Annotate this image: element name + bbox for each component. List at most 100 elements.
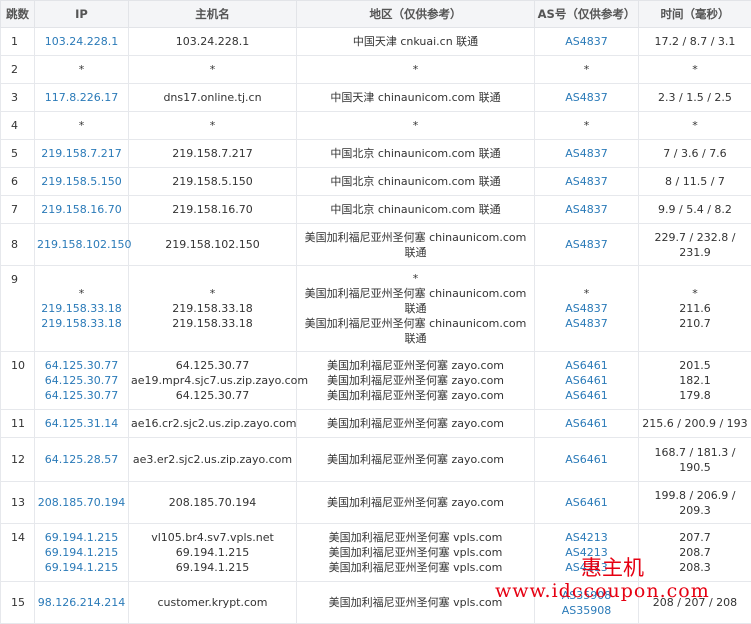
as-number: * <box>583 63 590 76</box>
latency: 208 / 207 / 208 <box>652 596 738 609</box>
region-cell: 中国北京 chinaunicom.com 联通 <box>296 195 535 224</box>
as-number-cell: AS4837 <box>534 83 639 112</box>
hostname: 103.24.228.1 <box>175 35 250 48</box>
header-hop: 跳数 <box>0 0 35 28</box>
ip-address[interactable]: 219.158.7.217 <box>37 146 126 161</box>
ip-address[interactable]: 219.158.5.150 <box>37 174 126 189</box>
latency: 201.5 <box>679 359 711 372</box>
table-row: 15 98.126.214.214 customer.krypt.com 美国加利福尼… <box>0 581 751 624</box>
latency-cell: * <box>638 111 751 140</box>
as-number[interactable]: AS4837 <box>537 146 636 161</box>
ip-address[interactable]: 69.194.1.215 <box>37 560 126 575</box>
ip-address[interactable]: 64.125.30.77 <box>37 358 126 373</box>
region-cell: 中国天津 chinaunicom.com 联通 <box>296 83 535 112</box>
as-number[interactable]: AS4213 <box>537 560 636 575</box>
ip-address-cell: 64.125.28.57 <box>34 437 129 482</box>
table-row: 12 64.125.28.57 ae3.er2.sjc2.us.zip.zayo.c… <box>0 437 751 482</box>
region: * <box>412 63 419 76</box>
as-number[interactable]: AS4837 <box>537 316 636 331</box>
as-number: * <box>583 287 590 300</box>
as-number[interactable]: AS4837 <box>537 237 636 252</box>
region: 美国加利福尼亚州圣何塞 zayo.com <box>326 359 505 372</box>
hostname: vl105.br4.sv7.vpls.net <box>151 531 274 544</box>
as-number[interactable]: AS35908 <box>537 603 636 618</box>
region: 中国天津 chinaunicom.com 联通 <box>330 91 501 104</box>
as-number[interactable]: AS6461 <box>537 373 636 388</box>
table-header-row: 跳数 IP 主机名 地区（仅供参考） AS号（仅供参考） 时间（毫秒） <box>0 0 751 28</box>
as-number-cell: AS4837 <box>534 195 639 224</box>
latency-cell: * <box>638 55 751 84</box>
hop-number: 8 <box>0 223 35 266</box>
hostname-cell: dns17.online.tj.cn <box>128 83 297 112</box>
as-number[interactable]: AS4837 <box>537 202 636 217</box>
hostname-cell: * <box>128 111 297 140</box>
as-number-cell: AS6461 <box>534 409 639 438</box>
ip-address-cell: 103.24.228.1 <box>34 27 129 56</box>
ip-address[interactable]: 64.125.30.77 <box>37 388 126 403</box>
hostname: 219.158.102.150 <box>165 238 260 251</box>
hostname: 219.158.5.150 <box>172 175 253 188</box>
region: 美国加利福尼亚州圣何塞 zayo.com <box>326 417 505 430</box>
hostname-cell: 64.125.30.77 ae19.mpr4.sjc7.us.zip.zayo.c… <box>128 351 309 410</box>
hostname: ae19.mpr4.sjc7.us.zip.zayo.com <box>131 374 309 387</box>
latency: 210.7 <box>679 317 711 330</box>
region-cell: 中国北京 chinaunicom.com 联通 <box>296 167 535 196</box>
as-number[interactable]: AS4213 <box>537 545 636 560</box>
as-number[interactable]: AS4837 <box>537 90 636 105</box>
as-number-cell: AS6461 <box>534 437 639 482</box>
ip-address[interactable]: 64.125.28.57 <box>37 452 126 467</box>
region-cell: 美国加利福尼亚州圣何塞 vpls.com <box>296 581 535 624</box>
as-number[interactable]: AS35908 <box>537 588 636 603</box>
ip-address[interactable]: 219.158.16.70 <box>37 202 126 217</box>
as-number-cell: AS4837 <box>534 27 639 56</box>
as-number[interactable]: AS4213 <box>537 530 636 545</box>
hostname: 219.158.33.18 <box>172 317 253 330</box>
ip-address[interactable]: 219.158.102.150 <box>37 237 131 252</box>
as-number[interactable]: AS6461 <box>537 388 636 403</box>
hostname: ae3.er2.sjc2.us.zip.zayo.com <box>132 453 293 466</box>
hop-number: 10 <box>0 351 35 410</box>
latency: * <box>692 63 698 76</box>
ip-address[interactable]: 69.194.1.215 <box>37 530 126 545</box>
as-number[interactable]: AS6461 <box>537 495 636 510</box>
as-number-cell: AS4837 <box>534 167 639 196</box>
ip-address[interactable]: 69.194.1.215 <box>37 545 126 560</box>
ip-address: * <box>78 287 85 300</box>
ip-address-cell: 219.158.16.70 <box>34 195 129 224</box>
header-ip: IP <box>34 0 129 28</box>
latency: 229.7 / 232.8 / 231.9 <box>654 230 736 259</box>
region-cell: * 美国加利福尼亚州圣何塞 chinaunicom.com 联通 美国加利福尼亚州圣… <box>296 265 535 352</box>
hop-number: 9 <box>0 265 35 352</box>
region: 美国加利福尼亚州圣何塞 chinaunicom.com 联通 <box>304 317 527 345</box>
ip-address[interactable]: 117.8.226.17 <box>37 90 126 105</box>
ip-address[interactable]: 219.158.33.18 <box>37 301 126 316</box>
region: 美国加利福尼亚州圣何塞 vpls.com <box>328 531 503 544</box>
region: * <box>412 272 419 285</box>
ip-address[interactable]: 219.158.33.18 <box>37 316 126 331</box>
as-number[interactable]: AS4837 <box>537 34 636 49</box>
region: 美国加利福尼亚州圣何塞 vpls.com <box>328 561 503 574</box>
ip-address[interactable]: 208.185.70.194 <box>37 495 126 510</box>
ip-address-cell: 98.126.214.214 <box>34 581 129 624</box>
ip-address: * <box>78 63 85 76</box>
header-host: 主机名 <box>128 0 297 28</box>
ip-address[interactable]: 98.126.214.214 <box>37 595 126 610</box>
hostname-cell: * 219.158.33.18 219.158.33.18 <box>128 265 297 352</box>
ip-address[interactable]: 103.24.228.1 <box>37 34 126 49</box>
hostname-cell: ae3.er2.sjc2.us.zip.zayo.com <box>128 437 297 482</box>
hostname: 64.125.30.77 <box>175 359 250 372</box>
ip-address-cell: 219.158.5.150 <box>34 167 129 196</box>
latency: 179.8 <box>679 389 711 402</box>
latency: 9.9 / 5.4 / 8.2 <box>658 203 732 216</box>
region: 中国北京 chinaunicom.com 联通 <box>330 203 501 216</box>
as-number[interactable]: AS6461 <box>537 358 636 373</box>
as-number[interactable]: AS4837 <box>537 301 636 316</box>
as-number[interactable]: AS4837 <box>537 174 636 189</box>
as-number[interactable]: AS6461 <box>537 416 636 431</box>
as-number[interactable]: AS6461 <box>537 452 636 467</box>
hostname: * <box>209 119 216 132</box>
region-cell: 美国加利福尼亚州圣何塞 vpls.com 美国加利福尼亚州圣何塞 vpls.com… <box>296 523 535 582</box>
ip-address[interactable]: 64.125.30.77 <box>37 373 126 388</box>
table-row: 5 219.158.7.217 219.158.7.217 中国北京 chinauni… <box>0 139 751 168</box>
ip-address[interactable]: 64.125.31.14 <box>37 416 126 431</box>
